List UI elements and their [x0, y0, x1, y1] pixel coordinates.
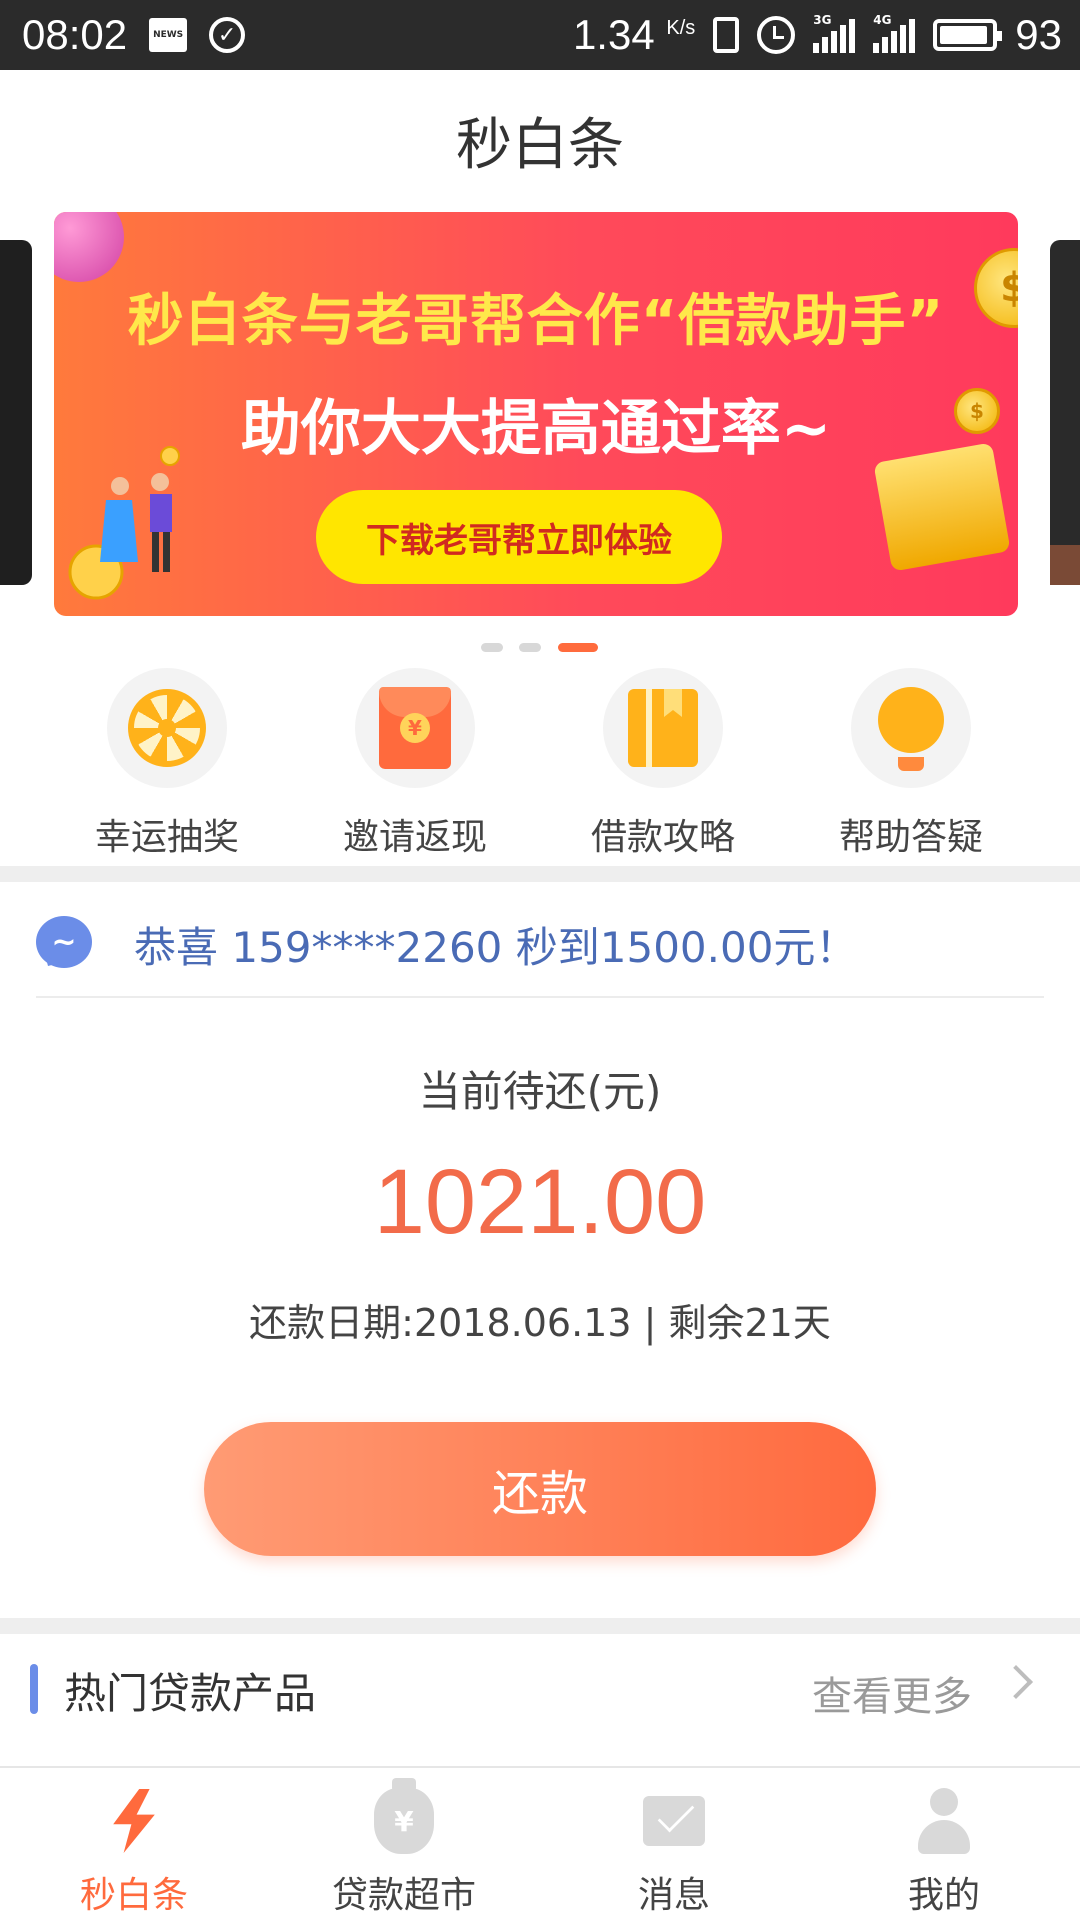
tab-label: 消息: [637, 1875, 710, 1916]
person-icon: [914, 1788, 974, 1854]
battery-level: 93: [1015, 11, 1062, 58]
tab-label: 我的: [907, 1875, 980, 1916]
lightning-icon: [113, 1789, 155, 1853]
menu-invite-cashback[interactable]: ¥ 邀请返现: [315, 668, 515, 860]
view-more-link[interactable]: 查看更多: [812, 1664, 972, 1722]
tab-label: 贷款超市: [331, 1875, 476, 1916]
banner-headline: 秒白条与老哥帮合作“借款助手”: [127, 289, 945, 354]
menu-label: 邀请返现: [342, 817, 487, 858]
notice-marquee[interactable]: 恭喜 159****2260 秒到1500.00元！: [134, 914, 857, 975]
red-envelope-icon: ¥: [379, 687, 451, 769]
due-amount: 1021.00: [373, 1151, 707, 1253]
prize-wheel-icon: [128, 689, 206, 767]
section-accent-bar: [30, 1664, 38, 1714]
menu-loan-guide[interactable]: 借款攻略: [563, 668, 763, 860]
divider: [36, 996, 1044, 998]
promo-banner[interactable]: $ $ 秒白条与老哥帮合作“借款助手” 助你大大提高通过率~ 下载老哥帮立即体验: [54, 212, 1018, 616]
guide-book-icon: [628, 689, 698, 767]
carousel-dot[interactable]: [519, 643, 541, 652]
banner-subline: 助你大大提高通过率~: [240, 394, 832, 464]
menu-help[interactable]: 帮助答疑: [811, 668, 1011, 860]
carousel-dot[interactable]: [481, 643, 503, 652]
battery-icon: [933, 19, 1003, 51]
tab-loan-market[interactable]: ¥ 贷款超市: [304, 1778, 504, 1918]
menu-label: 帮助答疑: [838, 817, 983, 858]
balloon-icon: [54, 212, 124, 282]
due-date: 还款日期:2018.06.13 | 剩余21天: [249, 1301, 831, 1345]
menu-lucky-draw[interactable]: 幸运抽奖: [67, 668, 267, 860]
check-circle-icon: ✓: [209, 17, 246, 53]
network-speed: 1.34 K/s: [572, 11, 696, 58]
banner-next-slide[interactable]: [1050, 240, 1080, 585]
money-bag-icon: ¥: [374, 1778, 434, 1854]
chevron-right-icon[interactable]: [999, 1665, 1033, 1699]
tab-me[interactable]: 我的: [844, 1786, 1044, 1918]
status-bar: 08:02 NEWS ✓ 1.34 K/s 3G 4G 93: [0, 0, 1080, 70]
tab-label: 秒白条: [79, 1875, 188, 1916]
due-amount-label: 当前待还(元): [418, 1067, 662, 1116]
tab-home[interactable]: 秒白条: [34, 1786, 234, 1918]
repay-button[interactable]: 还款: [204, 1422, 876, 1556]
vibrate-icon: [713, 17, 740, 53]
section-divider: [0, 866, 1080, 882]
signal-4g-icon: 4G: [873, 13, 916, 53]
status-time: 08:02: [22, 11, 128, 58]
menu-label: 借款攻略: [590, 817, 735, 858]
signal-3g-icon: 3G: [813, 13, 856, 53]
news-icon: NEWS: [149, 18, 188, 52]
page-title: 秒白条: [456, 113, 624, 178]
alarm-icon: [757, 16, 796, 54]
banner-prev-slide[interactable]: [0, 240, 32, 585]
section-title: 热门贷款产品: [64, 1669, 317, 1718]
tab-messages[interactable]: 消息: [574, 1786, 774, 1918]
message-bubble-icon: ~: [36, 916, 92, 968]
banner-cta-button[interactable]: 下载老哥帮立即体验: [316, 490, 722, 584]
lightbulb-icon: [878, 687, 944, 771]
section-divider: [0, 1618, 1080, 1634]
mail-icon: [643, 1796, 705, 1846]
carousel-dot-active[interactable]: [558, 643, 598, 652]
menu-label: 幸运抽奖: [94, 817, 239, 858]
